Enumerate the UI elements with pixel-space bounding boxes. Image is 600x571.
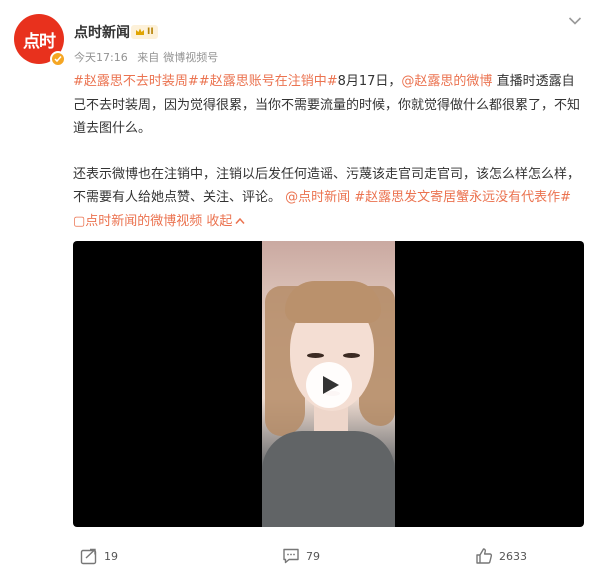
topic-link[interactable]: #赵露思发文寄居蟹永远没有代表作# <box>350 190 571 205</box>
play-icon <box>323 376 339 394</box>
video-link[interactable]: ▢点时新闻的微博视频 <box>73 214 202 229</box>
post-content: #赵露思不去时装周##赵露思账号在注销中#8月17日，@赵露思的微博 直播时透露… <box>73 70 585 233</box>
post-meta: 今天17:16 来自 微博视频号 <box>74 49 218 65</box>
post-source[interactable]: 微博视频号 <box>163 51 218 64</box>
comment-count: 79 <box>306 549 320 563</box>
video-eye-left <box>307 353 324 358</box>
content-paragraph-1: #赵露思不去时装周##赵露思账号在注销中#8月17日，@赵露思的微博 直播时透露… <box>73 70 585 141</box>
like-button[interactable]: 2633 <box>475 547 527 565</box>
verified-badge-icon <box>50 51 66 67</box>
level-badge: II <box>131 25 158 39</box>
topic-link[interactable]: #赵露思不去时装周# <box>73 74 199 89</box>
collapse-link[interactable]: 收起 <box>202 214 232 229</box>
video-eye-right <box>343 353 360 358</box>
comment-button[interactable]: 79 <box>282 547 320 565</box>
thumbs-up-icon <box>476 548 493 564</box>
repost-icon <box>80 548 97 565</box>
play-button[interactable] <box>306 362 352 408</box>
action-toolbar: 19 79 2633 <box>0 540 600 570</box>
topic-link[interactable]: #赵露思账号在注销中# <box>199 74 338 89</box>
level-text: II <box>147 27 154 37</box>
mention-link[interactable]: @点时新闻 <box>285 190 350 205</box>
crown-icon <box>136 28 144 35</box>
chevron-down-icon[interactable] <box>568 16 582 26</box>
content-paragraph-2: 还表示微博也在注销中，注销以后发任何造谣、污蔑该走官司走官司，该怎么样怎么样，不… <box>73 163 585 234</box>
repost-count: 19 <box>104 549 118 563</box>
avatar-label: 点时 <box>23 31 56 52</box>
video-player[interactable] <box>73 241 584 527</box>
mention-link[interactable]: @赵露思的微博 <box>401 74 492 89</box>
video-shoulders <box>262 431 395 527</box>
video-bangs <box>285 281 381 323</box>
content-text: 8月17日， <box>337 74 402 89</box>
author-name[interactable]: 点时新闻 <box>74 22 130 42</box>
post-time[interactable]: 今天17:16 <box>74 51 128 64</box>
chevron-up-icon[interactable] <box>235 217 245 225</box>
repost-button[interactable]: 19 <box>80 547 118 565</box>
comment-icon <box>283 548 299 564</box>
like-count: 2633 <box>499 549 527 563</box>
source-prefix: 来自 <box>137 51 160 64</box>
